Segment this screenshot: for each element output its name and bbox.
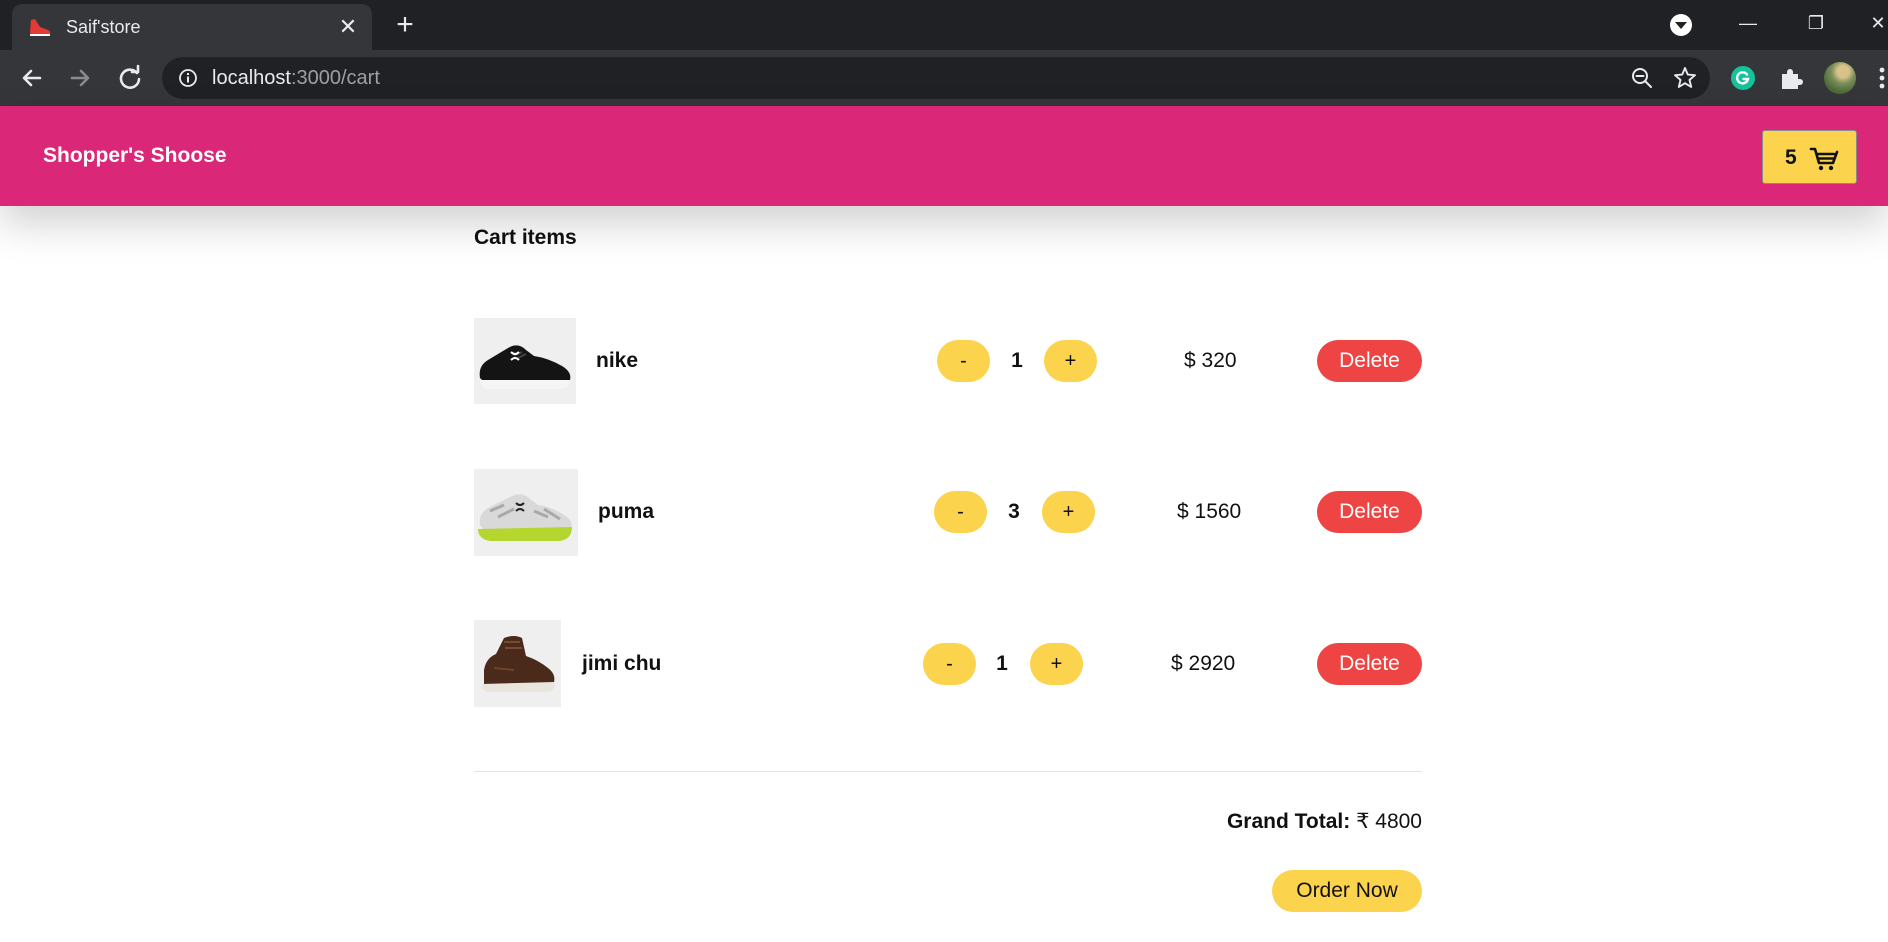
increment-button[interactable]: + <box>1044 340 1097 382</box>
extensions-puzzle-icon[interactable] <box>1778 65 1804 91</box>
browser-tab[interactable]: Saif'store ✕ <box>12 4 372 50</box>
item-name: jimi chu <box>582 652 662 675</box>
grand-total: Grand Total: ₹ 4800 <box>1227 810 1422 834</box>
cart-items-heading: Cart items <box>474 226 577 249</box>
site-info-icon[interactable] <box>178 68 198 88</box>
profile-avatar[interactable] <box>1824 62 1856 94</box>
browser-menu-icon[interactable] <box>1876 64 1888 92</box>
url-path: :3000/cart <box>290 67 380 89</box>
delete-button[interactable]: Delete <box>1317 643 1422 685</box>
product-image-nike <box>474 318 576 404</box>
increment-button[interactable]: + <box>1042 491 1095 533</box>
item-price: $ 1560 <box>1177 500 1242 523</box>
tab-title: Saif'store <box>66 17 141 37</box>
forward-arrow-icon[interactable] <box>64 62 96 94</box>
brand-logo[interactable]: Shopper's Shoose <box>43 144 227 168</box>
new-tab-button[interactable]: + <box>390 10 420 41</box>
grammarly-extension-icon[interactable] <box>1731 66 1755 90</box>
quantity-value: 1 <box>996 652 1008 675</box>
address-bar[interactable]: localhost:3000/cart <box>162 57 1710 99</box>
cart-divider <box>474 771 1422 772</box>
tab-search-dropdown-icon[interactable] <box>1670 14 1692 36</box>
item-price: $ 2920 <box>1171 652 1236 675</box>
shopping-cart-icon <box>1809 143 1839 173</box>
window-close-button[interactable]: ✕ <box>1858 6 1888 40</box>
increment-button[interactable]: + <box>1030 643 1083 685</box>
cart-count: 5 <box>1785 146 1797 169</box>
shoe-favicon-icon <box>28 16 52 38</box>
quantity-value: 1 <box>1011 349 1023 372</box>
window-restore-button[interactable]: ❐ <box>1796 6 1836 40</box>
reload-icon[interactable] <box>114 62 146 94</box>
cart-item-row: puma - 3 + $ 1560 Delete <box>474 469 1422 559</box>
decrement-button[interactable]: - <box>934 491 987 533</box>
url-host: localhost <box>212 67 291 89</box>
product-image-jimi-chu <box>474 620 561 707</box>
item-name: puma <box>598 500 655 523</box>
cart-button[interactable]: 5 <box>1762 130 1857 184</box>
window-minimize-button[interactable]: — <box>1728 6 1768 40</box>
delete-button[interactable]: Delete <box>1317 340 1422 382</box>
product-image-puma <box>474 469 578 556</box>
order-now-button[interactable]: Order Now <box>1272 870 1422 912</box>
url-text[interactable]: localhost:3000/cart <box>212 67 380 89</box>
cart-item-row: nike - 1 + $ 320 Delete <box>474 318 1422 408</box>
app-header: Shopper's Shoose 5 <box>0 106 1888 206</box>
grand-total-value: ₹ 4800 <box>1356 810 1422 833</box>
zoom-out-icon[interactable] <box>1630 66 1654 90</box>
browser-tab-strip: Saif'store ✕ + — ❐ ✕ <box>0 0 1888 50</box>
item-name: nike <box>596 349 639 372</box>
quantity-value: 3 <box>1008 500 1020 523</box>
cart-item-row: jimi chu - 1 + $ 2920 Delete <box>474 620 1422 710</box>
browser-toolbar: localhost:3000/cart <box>0 50 1888 106</box>
decrement-button[interactable]: - <box>923 643 976 685</box>
item-price: $ 320 <box>1184 349 1237 372</box>
grand-total-label: Grand Total: <box>1226 810 1351 833</box>
bookmark-star-icon[interactable] <box>1672 65 1698 91</box>
decrement-button[interactable]: - <box>937 340 990 382</box>
delete-button[interactable]: Delete <box>1317 491 1422 533</box>
back-arrow-icon[interactable] <box>16 62 48 94</box>
tab-close-icon[interactable]: ✕ <box>336 15 360 39</box>
